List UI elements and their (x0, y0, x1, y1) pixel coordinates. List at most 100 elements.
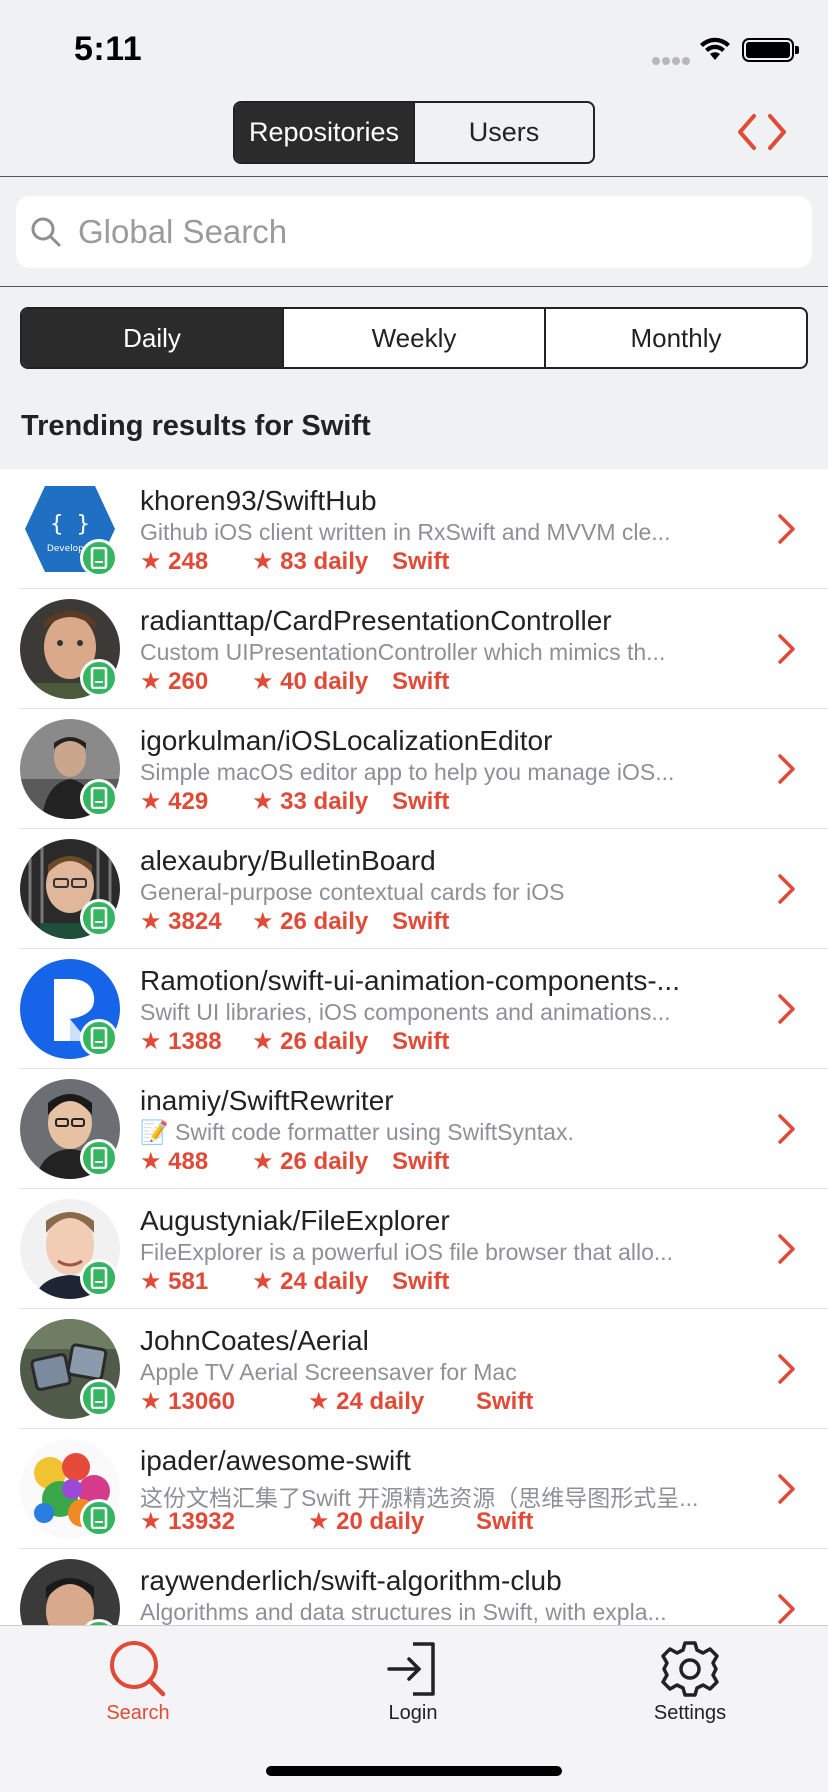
repo-stars: ★ 13060 (140, 1388, 235, 1415)
chevron-right-icon (778, 994, 795, 1024)
repo-row[interactable]: radianttap/CardPresentationController Cu… (0, 589, 828, 709)
repo-stars: ★ 248 (140, 548, 209, 575)
search-input[interactable]: Global Search (16, 196, 812, 268)
gear-icon (661, 1641, 719, 1697)
tab-label: Settings (653, 1702, 727, 1724)
repo-stars: ★ 260 (140, 668, 209, 695)
segment-repositories[interactable]: Repositories (235, 103, 413, 162)
repositories-users-segment: Repositories Users (233, 101, 595, 164)
repo-language: Swift (392, 1148, 450, 1175)
repo-stats: ★ 260 ★ 40 daily Swift (140, 667, 449, 696)
code-icon[interactable] (732, 110, 792, 154)
chevron-right-icon (778, 754, 795, 784)
chevron-right-icon (778, 1594, 795, 1624)
repo-row[interactable]: Augustyniak/FileExplorer FileExplorer is… (0, 1189, 828, 1309)
period-segment: Daily Weekly Monthly (20, 307, 808, 369)
battery-icon (742, 38, 799, 62)
chevron-right-icon (778, 1234, 795, 1264)
chevron-right-icon (778, 1114, 795, 1144)
repo-row[interactable]: { } Developer khoren93/SwiftHub Github iO… (0, 469, 828, 589)
repo-name: igorkulman/iOSLocalizationEditor (140, 725, 553, 756)
repo-description: Simple macOS editor app to help you mana… (140, 759, 675, 785)
divider (0, 286, 828, 287)
repo-stars: ★ 429 (140, 788, 209, 815)
wifi-icon (700, 37, 730, 60)
repo-description: FileExplorer is a powerful iOS file brow… (140, 1239, 674, 1265)
repo-row[interactable]: igorkulman/iOSLocalizationEditor Simple … (0, 709, 828, 829)
repo-name: raywenderlich/swift-algorithm-club (140, 1565, 562, 1596)
repo-name: khoren93/SwiftHub (140, 485, 377, 516)
repo-language: Swift (476, 1388, 534, 1415)
repo-description: Custom UIPresentationController which mi… (140, 639, 666, 665)
segment-weekly[interactable]: Weekly (282, 309, 544, 367)
tab-settings[interactable]: Settings (620, 1638, 760, 1725)
search-placeholder: Global Search (78, 213, 288, 250)
repo-daily-stars: ★ 26 daily (252, 1148, 369, 1175)
repo-daily-stars: ★ 24 daily (308, 1388, 425, 1415)
repo-daily-stars: ★ 33 daily (252, 788, 369, 815)
status-time: 5:11 (74, 30, 143, 68)
divider (0, 176, 828, 177)
repo-row[interactable]: alexaubry/BulletinBoard General-purpose … (0, 829, 828, 949)
repo-stars: ★ 13932 (140, 1508, 235, 1535)
repo-language: Swift (392, 548, 450, 575)
repo-stars: ★ 488 (140, 1148, 209, 1175)
repo-daily-stars: ★ 83 daily (252, 548, 369, 575)
repo-row[interactable]: Ramotion/swift-ui-animation-components-.… (0, 949, 828, 1069)
search-icon (110, 1641, 166, 1697)
section-title: Trending results for Swift (21, 410, 371, 442)
repo-list: { } Developer khoren93/SwiftHub Github iO… (0, 469, 828, 1625)
chevron-right-icon (778, 1474, 795, 1504)
repo-row[interactable]: inamiy/SwiftRewriter 📝 Swift code format… (0, 1069, 828, 1189)
repo-language: Swift (392, 1268, 450, 1295)
repo-description: Algorithms and data structures in Swift,… (140, 1599, 667, 1625)
tab-login[interactable]: Login (343, 1638, 483, 1725)
repo-daily-stars: ★ 26 daily (252, 908, 369, 935)
tab-search[interactable]: Search (68, 1638, 208, 1725)
repo-name: Augustyniak/FileExplorer (140, 1205, 450, 1236)
segment-monthly[interactable]: Monthly (544, 309, 806, 367)
repo-description: Swift UI libraries, iOS components and a… (140, 999, 671, 1025)
repo-language: Swift (392, 788, 450, 815)
repo-stats: ★ 13060 ★ 24 daily Swift (140, 1387, 533, 1416)
repo-language: Swift (392, 1028, 450, 1055)
segment-users[interactable]: Users (413, 103, 593, 162)
device-badge-icon (80, 1019, 118, 1057)
repo-stars: ★ 3824 (140, 908, 222, 935)
chevron-right-icon (778, 514, 795, 544)
repo-stats: ★ 429 ★ 33 daily Swift (140, 787, 449, 816)
repo-language: Swift (476, 1508, 534, 1535)
device-badge-icon (80, 779, 118, 817)
segment-daily[interactable]: Daily (22, 309, 282, 367)
repo-name: radianttap/CardPresentationController (140, 605, 612, 636)
device-badge-icon (80, 1139, 118, 1177)
chevron-right-icon (778, 874, 795, 904)
avatar (20, 1559, 120, 1625)
repo-row[interactable]: ipader/awesome-swift 这份文档汇集了Swift 开源精选资源… (0, 1429, 828, 1549)
cellular-signal-icon (652, 52, 692, 70)
repo-name: JohnCoates/Aerial (140, 1325, 369, 1356)
repo-row[interactable]: raywenderlich/swift-algorithm-club Algor… (0, 1549, 828, 1625)
device-badge-icon (80, 899, 118, 937)
chevron-right-icon (778, 634, 795, 664)
repo-description: Apple TV Aerial Screensaver for Mac (140, 1359, 517, 1385)
repo-name: inamiy/SwiftRewriter (140, 1085, 394, 1116)
repo-name: Ramotion/swift-ui-animation-components-.… (140, 965, 680, 996)
repo-stats: ★ 248 ★ 83 daily Swift (140, 547, 449, 576)
repo-stats: ★ 3824 ★ 26 daily Swift (140, 907, 449, 936)
repo-stats: ★ 488 ★ 26 daily Swift (140, 1147, 449, 1176)
repo-stats: ★ 581 ★ 24 daily Swift (140, 1267, 449, 1296)
status-bar: 5:11 (0, 0, 828, 96)
device-badge-icon (80, 1379, 118, 1417)
chevron-right-icon (778, 1354, 795, 1384)
repo-stars: ★ 1388 (140, 1028, 222, 1055)
repo-daily-stars: ★ 24 daily (252, 1268, 369, 1295)
search-icon (31, 217, 61, 247)
repo-stats: ★ 1388 ★ 26 daily Swift (140, 1027, 449, 1056)
login-icon (387, 1642, 435, 1696)
repo-language: Swift (392, 908, 450, 935)
repo-row[interactable]: JohnCoates/Aerial Apple TV Aerial Screen… (0, 1309, 828, 1429)
device-badge-icon (80, 1499, 118, 1537)
repo-language: Swift (392, 668, 450, 695)
repo-name: alexaubry/BulletinBoard (140, 845, 436, 876)
